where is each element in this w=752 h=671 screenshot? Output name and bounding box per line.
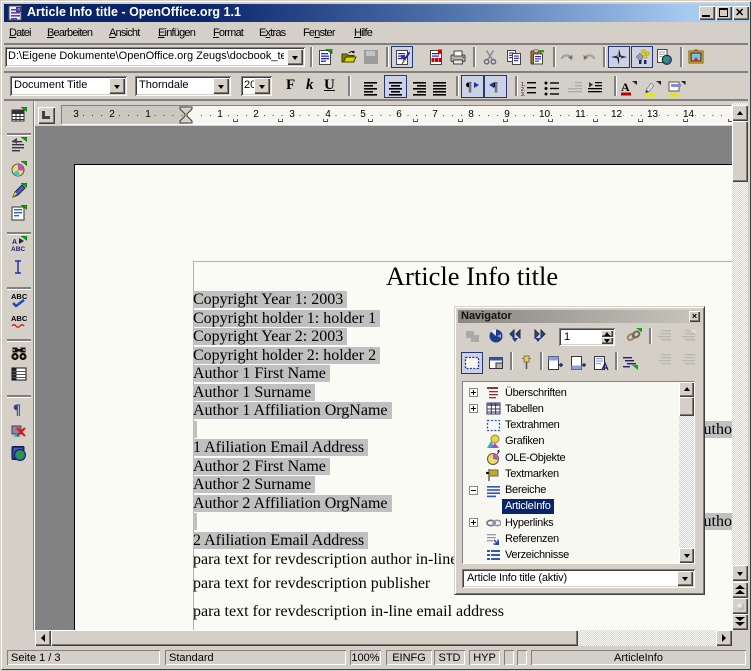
svg-text:3.: 3.: [521, 92, 525, 97]
svg-text:ABC: ABC: [11, 292, 27, 301]
svg-text:ABC: ABC: [11, 246, 25, 252]
svg-text:¶: ¶: [466, 79, 472, 94]
svg-text:ABC: ABC: [11, 314, 27, 323]
svg-text:A: A: [12, 239, 17, 246]
svg-text:¶: ¶: [13, 402, 21, 416]
svg-text:A: A: [621, 80, 630, 94]
